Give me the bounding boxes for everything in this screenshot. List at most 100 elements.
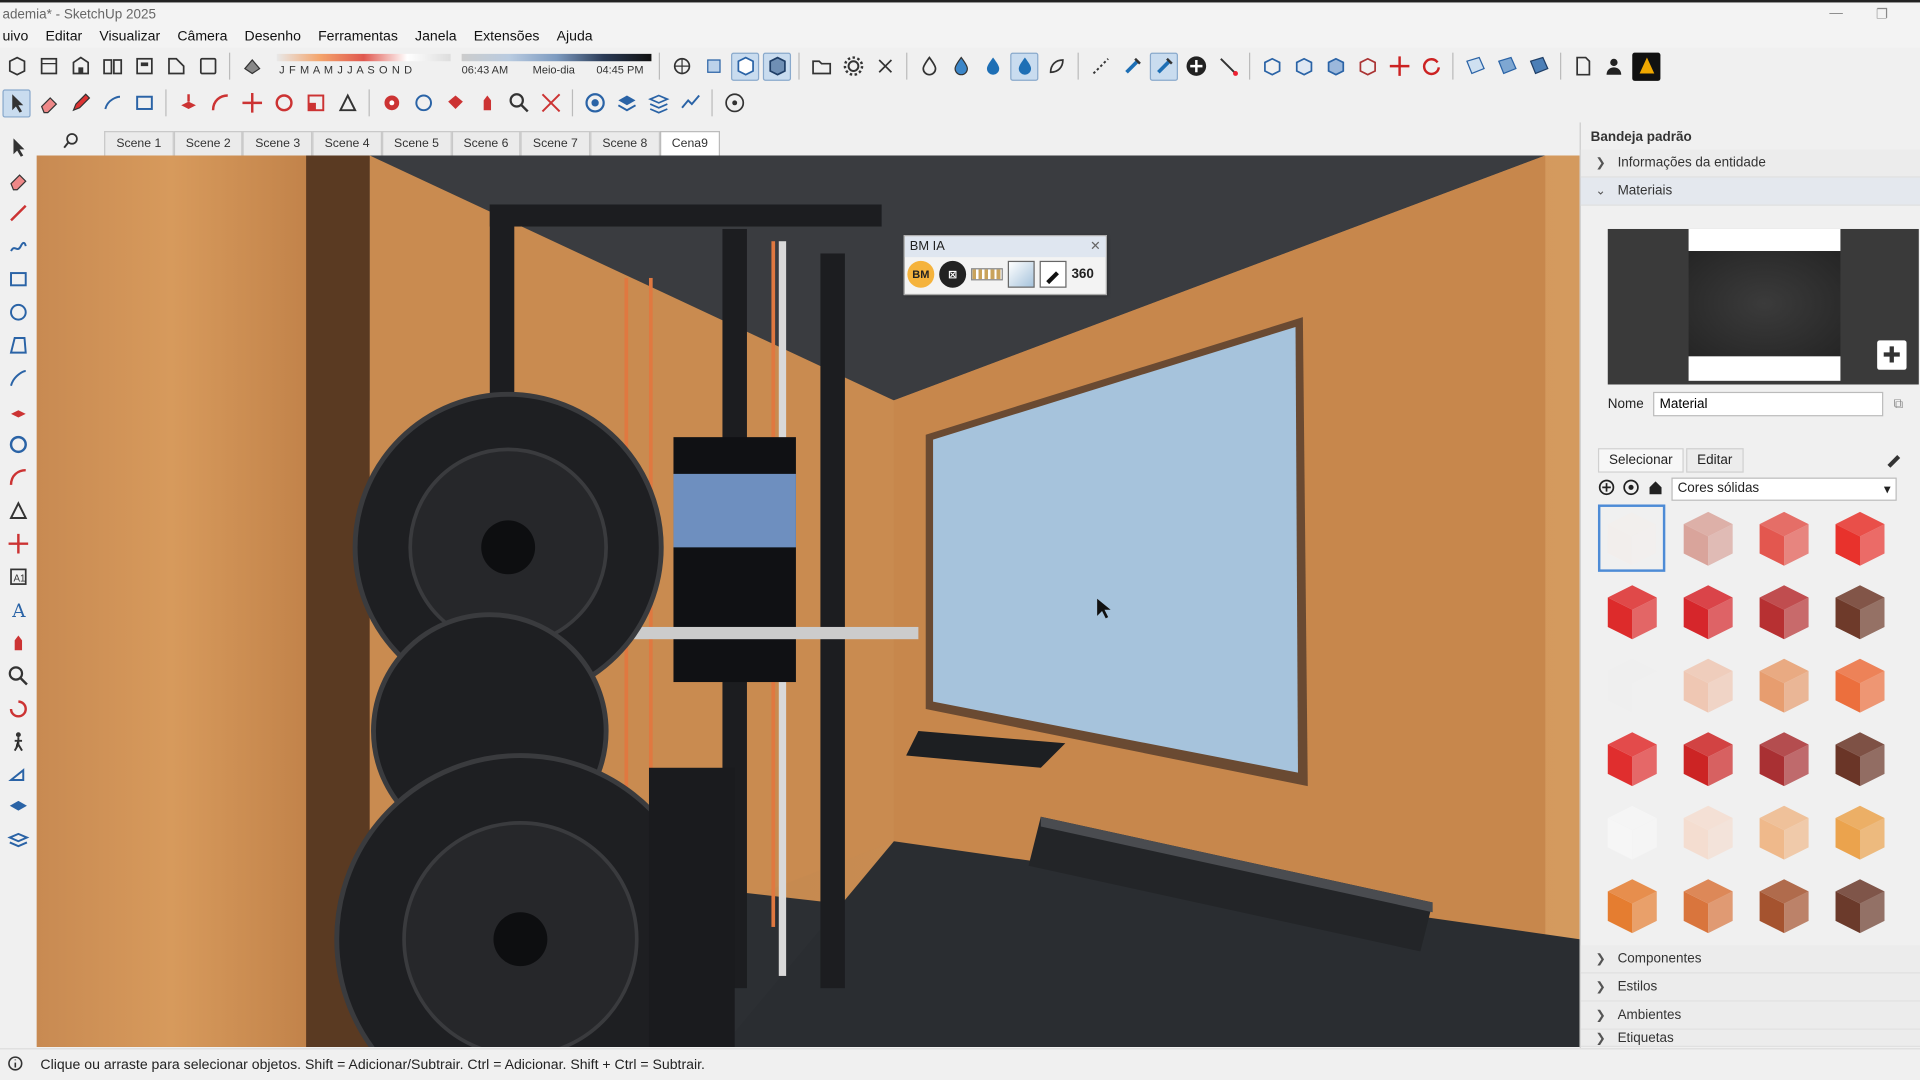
material-swatch[interactable] — [1750, 798, 1817, 865]
solid-union-icon[interactable] — [1258, 52, 1286, 80]
tab-scene-5[interactable]: Scene 5 — [381, 131, 452, 156]
tab-scene-1[interactable]: Scene 1 — [104, 131, 174, 156]
close-icon[interactable] — [871, 52, 899, 80]
rotate-icon[interactable] — [4, 430, 33, 458]
sandbox-icon[interactable] — [580, 89, 608, 117]
polygon-icon[interactable] — [4, 331, 33, 359]
solid-trim-icon[interactable] — [1321, 52, 1349, 80]
offset-icon[interactable] — [333, 89, 361, 117]
terrain-icon[interactable] — [676, 89, 704, 117]
explode-icon[interactable] — [1385, 52, 1413, 80]
cancel-circle-icon[interactable]: ⊠ — [939, 260, 967, 288]
tab-scene-4[interactable]: Scene 4 — [312, 131, 382, 156]
orbit-icon[interactable] — [4, 694, 33, 722]
arc-icon[interactable] — [98, 89, 126, 117]
page-icon[interactable] — [1569, 52, 1597, 80]
add-point-icon[interactable] — [1182, 52, 1210, 80]
material-swatch[interactable] — [1598, 578, 1665, 645]
menu-help[interactable]: Ajuda — [557, 29, 593, 44]
materials-section[interactable]: ⌄ Materiais — [1580, 177, 1920, 206]
pencil-icon[interactable] — [66, 89, 94, 117]
hidden-line-icon[interactable] — [731, 52, 760, 81]
shadow-time-slider[interactable]: 06:43 AM Meio-dia 04:45 PM — [461, 53, 652, 78]
walk-icon[interactable] — [720, 89, 748, 117]
iso-view-icon[interactable] — [2, 52, 30, 80]
tab-scene-6[interactable]: Scene 6 — [451, 131, 521, 156]
tab-select[interactable]: Selecionar — [1597, 448, 1684, 473]
shadow-month-slider[interactable]: J F M A M J J A S O N D — [276, 53, 451, 78]
section-plane-icon[interactable] — [4, 760, 33, 788]
material-name-input[interactable] — [1653, 391, 1884, 417]
back-view-icon[interactable] — [130, 52, 158, 80]
left-view-icon[interactable] — [162, 52, 190, 80]
tab-scene-2[interactable]: Scene 2 — [173, 131, 243, 156]
environments-section[interactable]: ❯ Ambientes — [1580, 1001, 1920, 1030]
dimension-icon[interactable]: A1 — [4, 562, 33, 590]
material-swatch[interactable] — [1674, 651, 1741, 718]
material-swatch[interactable] — [1750, 504, 1817, 571]
ruler-icon[interactable] — [971, 268, 1003, 281]
drop-fill-icon[interactable] — [978, 52, 1006, 80]
material-swatch[interactable] — [1826, 578, 1893, 645]
back-icon[interactable] — [1598, 479, 1615, 500]
tab-scene-3[interactable]: Scene 3 — [242, 131, 313, 156]
push-pull-icon[interactable] — [174, 89, 202, 117]
shaded-texture-icon[interactable] — [762, 52, 792, 81]
front-view-icon[interactable] — [66, 52, 94, 80]
material-swatch[interactable] — [1750, 725, 1817, 792]
glass-material-icon[interactable] — [1007, 260, 1035, 288]
right-view-icon[interactable] — [98, 52, 126, 80]
solid-subtract-icon[interactable] — [1289, 52, 1317, 80]
material-swatch[interactable] — [1598, 651, 1665, 718]
material-swatch[interactable] — [1598, 798, 1665, 865]
circle-icon[interactable] — [4, 298, 33, 326]
follow-me-icon[interactable] — [206, 89, 234, 117]
paint-bucket-icon[interactable] — [441, 89, 469, 117]
layers-icon[interactable] — [612, 89, 640, 117]
pan-icon[interactable] — [473, 89, 501, 117]
tab-scene-7[interactable]: Scene 7 — [520, 131, 591, 156]
select-icon[interactable] — [4, 132, 33, 160]
push-pull-icon[interactable] — [4, 397, 33, 425]
arc-icon[interactable] — [4, 364, 33, 392]
offset-icon[interactable] — [4, 496, 33, 524]
move-icon[interactable] — [4, 529, 33, 557]
material-swatch[interactable] — [1826, 872, 1893, 939]
material-swatch[interactable] — [1674, 798, 1741, 865]
brush-icon[interactable] — [1039, 260, 1067, 288]
menu-view[interactable]: Visualizar — [99, 29, 160, 44]
info-icon[interactable] — [7, 1055, 23, 1075]
close-icon[interactable]: ✕ — [1090, 239, 1101, 255]
view-360-button[interactable]: 360 — [1071, 267, 1093, 282]
eyedropper-icon[interactable] — [1885, 448, 1905, 471]
move-icon[interactable] — [238, 89, 266, 117]
grid-icon[interactable] — [1461, 52, 1489, 80]
follow-me-icon[interactable] — [4, 463, 33, 491]
stack-icon[interactable] — [644, 89, 672, 117]
line-nodes-icon[interactable] — [1213, 52, 1241, 80]
protractor-icon[interactable] — [409, 89, 437, 117]
eraser-icon[interactable] — [34, 89, 62, 117]
extension-warehouse-icon[interactable] — [1632, 52, 1661, 81]
gear-icon[interactable] — [839, 52, 867, 80]
magnet-icon[interactable] — [1118, 52, 1146, 80]
bm-button[interactable]: BM — [907, 260, 935, 288]
material-swatch[interactable] — [1826, 651, 1893, 718]
material-swatch[interactable] — [1598, 725, 1665, 792]
minimize-icon[interactable]: — — [1829, 6, 1842, 21]
library-select[interactable]: Cores sólidas ▾ — [1671, 477, 1897, 501]
magnet-active-icon[interactable] — [1149, 52, 1178, 81]
styles-section[interactable]: ❯ Estilos — [1580, 973, 1920, 1002]
zoom-icon[interactable] — [504, 89, 532, 117]
eraser-icon[interactable] — [4, 165, 33, 193]
material-swatch[interactable] — [1674, 578, 1741, 645]
drop-half-icon[interactable] — [947, 52, 975, 80]
dotted-line-icon[interactable] — [1086, 52, 1114, 80]
refresh-icon[interactable] — [1417, 52, 1445, 80]
material-swatch[interactable] — [1750, 872, 1817, 939]
menu-window[interactable]: Janela — [415, 29, 456, 44]
select-arrow-icon[interactable] — [2, 88, 31, 117]
scale-icon[interactable] — [301, 89, 329, 117]
tab-scene-8[interactable]: Scene 8 — [590, 131, 660, 156]
folder-icon[interactable] — [807, 52, 835, 80]
